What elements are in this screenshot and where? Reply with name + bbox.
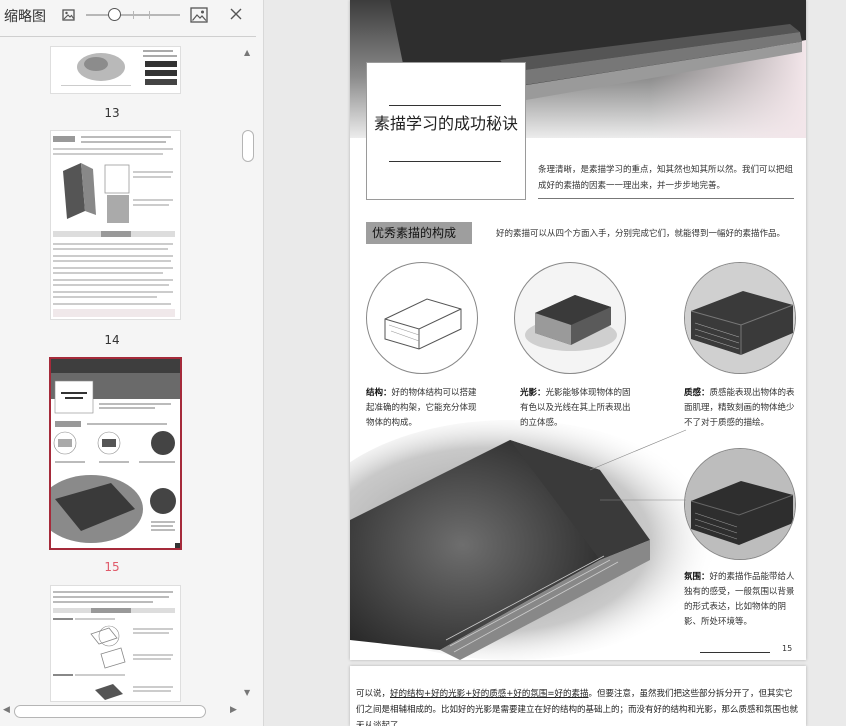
title-rule — [389, 105, 501, 106]
scroll-left-arrow-icon[interactable]: ◀ — [3, 705, 10, 715]
zoom-tick — [133, 11, 134, 19]
thumbnail-vertical-scrollbar[interactable]: ▲ ▼ — [241, 46, 255, 702]
document-page-15: 素描学习的成功秘诀 条理清晰，是素描学习的重点，知其然也知其所以然。我们可以把组… — [350, 0, 806, 660]
thumbnail-page-16[interactable] — [50, 585, 181, 702]
texture-sketch — [685, 263, 795, 373]
title-rule — [389, 161, 501, 162]
page-number: 15 — [782, 644, 793, 653]
thumbnail-page-15[interactable] — [49, 357, 182, 550]
page-title: 素描学习的成功秘诀 — [373, 114, 518, 133]
thumbnail-page-14[interactable] — [50, 130, 181, 320]
caption-atmosphere-label: 氛围： — [684, 572, 710, 582]
document-page-16: 可以说，好的结构+好的光影+好的质感+好的氛围=好的素描。但要注意，虽然我们把这… — [350, 666, 806, 726]
caption-structure-label: 结构： — [366, 388, 392, 398]
thumbnail-pane-title: 缩略图 — [4, 9, 46, 25]
thumbnail-page-13[interactable] — [50, 46, 181, 94]
caption-texture: 质感：质感能表现出物体的表面肌理，精致刻画的物体绝少不了对于质感的描绘。 — [684, 386, 796, 431]
section-description: 好的素描可以从四个方面入手，分别完成它们，就能得到一幅好的素描作品。 — [496, 229, 786, 239]
header-divider — [0, 36, 256, 37]
caption-texture-label: 质感： — [684, 388, 710, 398]
caption-light-shadow: 光影：光影能够体现物体的固有色以及光线在其上所表现出的立体感。 — [520, 386, 632, 431]
summary-paragraph: 可以说，好的结构+好的光影+好的质感+好的氛围=好的素描。但要注意，虽然我们把这… — [356, 686, 800, 726]
zoom-knob[interactable] — [107, 8, 121, 21]
vertical-scroll-thumb[interactable] — [242, 130, 254, 162]
caption-light-shadow-label: 光影： — [520, 388, 546, 398]
structure-sketch — [384, 298, 462, 350]
atmosphere-study-image — [684, 448, 796, 560]
horizontal-scroll-thumb[interactable] — [14, 705, 206, 718]
intro-paragraph: 条理清晰，是素描学习的重点，知其然也知其所以然。我们可以把组成好的素描的因素一一… — [538, 165, 794, 191]
close-icon[interactable] — [227, 5, 245, 23]
caption-structure: 结构：好的物体结构可以搭建起准确的构架，它能充分体现物体的构成。 — [366, 386, 480, 431]
zoom-tick — [149, 11, 150, 19]
scroll-up-arrow-icon[interactable]: ▲ — [244, 48, 250, 57]
thumbnail-horizontal-scrollbar[interactable]: ◀ ▶ — [0, 702, 241, 722]
image-small-icon[interactable] — [60, 6, 78, 24]
texture-study-image — [684, 262, 796, 374]
thumbnail-pane-header: 缩略图 — [0, 0, 264, 32]
scroll-down-arrow-icon[interactable]: ▼ — [244, 688, 250, 697]
thumbnail-page-label-active: 15 — [104, 560, 120, 574]
thumbnail-15-preview — [51, 359, 180, 548]
structure-study-image — [366, 262, 478, 374]
zoom-slider[interactable] — [86, 8, 180, 22]
thumbnail-pane: 缩略图 13 14 15 ▲ ▼ ◀ ▶ — [0, 0, 264, 726]
summary-lead: 可以说， — [356, 689, 391, 699]
thumbnail-16-preview — [53, 591, 175, 700]
atmosphere-sketch — [685, 449, 795, 559]
image-large-icon[interactable] — [190, 6, 208, 24]
light-shadow-sketch — [525, 295, 617, 351]
caption-atmosphere: 氛围：好的素描作品能带给人独有的感受，一般氛围以背景的形式表达，比如物体的阴影、… — [684, 570, 796, 630]
title-box: 素描学习的成功秘诀 — [366, 62, 526, 200]
summary-formula: 好的结构+好的光影+好的质感+好的氛围=好的素描 — [390, 689, 589, 699]
thumbnail-page-label: 14 — [104, 333, 120, 347]
scroll-right-arrow-icon[interactable]: ▶ — [230, 705, 237, 715]
light-shadow-study-image — [514, 262, 626, 374]
thumbnail-14-preview — [53, 136, 175, 317]
thumbnail-page-label: 13 — [104, 106, 120, 120]
intro-divider — [538, 198, 794, 199]
thumbnail-13-preview — [61, 50, 177, 86]
section-heading: 优秀素描的构成 — [366, 222, 472, 244]
page-footer-rule — [700, 652, 770, 653]
